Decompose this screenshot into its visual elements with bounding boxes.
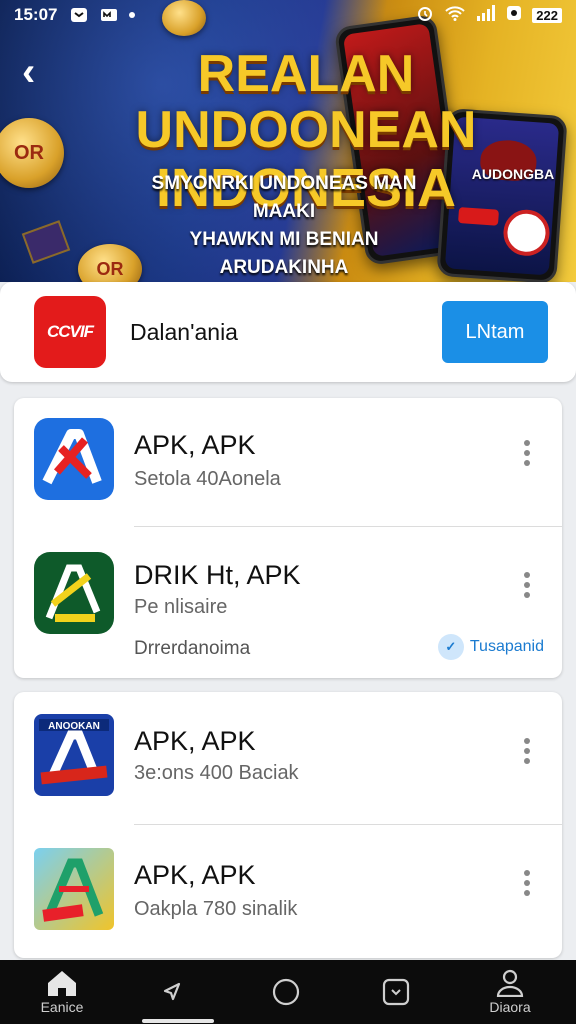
- circle-icon: [272, 978, 300, 1006]
- signal-icon: [476, 4, 496, 26]
- publisher-tag-label: Tusapanid: [469, 638, 544, 655]
- nav-apps[interactable]: [346, 960, 446, 1024]
- install-button[interactable]: LNtam: [442, 301, 548, 363]
- apps-icon: [382, 978, 410, 1006]
- nav-profile[interactable]: Diaora: [460, 960, 560, 1024]
- banner-subtitle-line1: SMYONRKI UNDONEAS MAN MAAKI: [151, 173, 417, 222]
- publisher-tag[interactable]: ✓ Tusapanid: [437, 634, 544, 660]
- app-icon: ANOOKAN: [34, 714, 114, 796]
- app-title: APK, APK: [134, 726, 256, 756]
- list-item[interactable]: APK, APK Oakpla 780 sinalik: [14, 824, 562, 958]
- hero-banner[interactable]: OR OR AUDONGBA 15:07 222 ‹ REALAN UNDOON…: [0, 0, 576, 282]
- nav-home-label: Eanice: [40, 999, 84, 1015]
- nav-explore[interactable]: [122, 960, 222, 1024]
- app-icon: [34, 418, 114, 500]
- profile-icon: [496, 969, 524, 997]
- more-options-icon[interactable]: [520, 870, 534, 896]
- explore-icon: [163, 982, 181, 1001]
- app-title: APK, APK: [134, 860, 256, 890]
- app-list-card: ANOOKAN APK, APK 3e:ons 400 Baciak APK, …: [14, 692, 562, 958]
- message-icon: [99, 7, 119, 23]
- status-time: 15:07: [14, 5, 58, 24]
- banner-subtitle-line2: YHAWKN MI BENIAN ARUDAKINHA: [189, 229, 379, 278]
- app-subtitle: Oakpla 780 sinalik: [134, 898, 298, 920]
- more-options-icon[interactable]: [520, 738, 534, 764]
- app-list-card: APK, APK Setola 40Aonela DRIK Ht, APK Pe…: [14, 398, 562, 678]
- notification-icon: [69, 7, 89, 23]
- app-subtitle: Setola 40Aonela: [134, 468, 281, 490]
- nav-center[interactable]: [236, 960, 336, 1024]
- featured-app-row[interactable]: CCVIF Dalan'ania LNtam: [0, 282, 576, 382]
- banner-subtitle: SMYONRKI UNDONEAS MAN MAAKI YHAWKN MI BE…: [124, 170, 444, 282]
- nav-home[interactable]: Eanice: [12, 960, 112, 1024]
- more-options-icon[interactable]: [520, 440, 534, 466]
- active-tab-indicator: [142, 1019, 214, 1023]
- bottom-navigation: Eanice Diaora: [0, 960, 576, 1024]
- app-icon: [34, 552, 114, 634]
- app-subtitle: Pe nlisaire: [134, 596, 228, 618]
- dot-icon: [129, 12, 136, 18]
- battery-icon: 222: [532, 7, 562, 23]
- wifi-icon: [444, 5, 466, 26]
- home-icon: [48, 971, 76, 996]
- more-options-icon[interactable]: [520, 572, 534, 598]
- list-item[interactable]: ANOOKAN APK, APK 3e:ons 400 Baciak: [14, 692, 562, 824]
- back-icon[interactable]: ‹: [22, 52, 35, 92]
- alarm-icon: [416, 4, 434, 27]
- app-title: APK, APK: [134, 430, 256, 460]
- banner-title-line1: REALAN UNDOONEAN: [135, 45, 477, 159]
- featured-app-name: Dalan'ania: [130, 318, 238, 345]
- app-title: DRIK Ht, APK: [134, 560, 301, 590]
- featured-app-logo: CCVIF: [34, 296, 106, 368]
- app-icon: [34, 848, 114, 930]
- developer-name: Drrerdanoima: [134, 638, 251, 659]
- verified-icon: ✓: [437, 634, 464, 660]
- settings-status-icon: [506, 5, 522, 26]
- nav-profile-label: Diaora: [489, 999, 531, 1015]
- list-item[interactable]: APK, APK Setola 40Aonela: [14, 398, 562, 526]
- app-icon-banner: ANOOKAN: [48, 721, 100, 732]
- status-bar: 15:07 222: [0, 0, 576, 30]
- app-subtitle: 3e:ons 400 Baciak: [134, 762, 299, 784]
